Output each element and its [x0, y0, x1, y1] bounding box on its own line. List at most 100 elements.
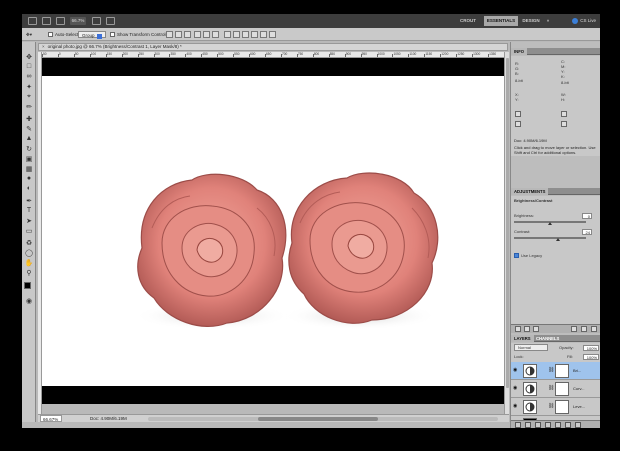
mini-bridge-icon[interactable] [42, 17, 51, 25]
gradient-tool-icon[interactable]: ▦ [24, 164, 34, 173]
align-vertical-center-icon[interactable] [175, 31, 182, 38]
blur-tool-icon[interactable]: ● [24, 174, 34, 183]
dodge-tool-icon[interactable]: ◐ [24, 184, 34, 193]
move-tool-icon[interactable]: ✥ [24, 52, 34, 61]
layer-mask-thumbnail[interactable] [555, 400, 569, 414]
new-adjustment-layer-icon[interactable] [545, 422, 551, 428]
mask-link-icon[interactable]: ⛓ [548, 385, 554, 391]
distribute-top-icon[interactable] [224, 31, 231, 38]
clone-stamp-tool-icon[interactable]: ▲ [24, 134, 34, 143]
delete-layer-icon[interactable] [575, 422, 581, 428]
hand-tool-icon[interactable]: ✋ [24, 258, 34, 267]
contrast-value-field[interactable]: 24 [582, 229, 592, 235]
layer-mask-thumbnail[interactable] [555, 382, 569, 396]
layer-mask-thumbnail[interactable] [555, 364, 569, 378]
layer-row[interactable]: ◉ ⛓ Curv... [511, 380, 600, 398]
add-mask-icon[interactable] [535, 422, 541, 428]
workspace-design[interactable]: DESIGN [520, 16, 542, 26]
horizontal-scrollbar-thumb[interactable] [258, 417, 378, 421]
workspace-essentials[interactable]: ESSENTIALS [484, 16, 518, 26]
tab-channels[interactable]: CHANNELS [533, 335, 562, 342]
type-tool-icon[interactable]: T [24, 206, 34, 215]
3d-orbit-tool-icon[interactable]: ◯ [24, 248, 34, 257]
vertical-scrollbar[interactable] [504, 52, 509, 414]
foreground-color-swatch[interactable] [24, 282, 31, 289]
brightness-value-field[interactable]: 0 [582, 213, 592, 219]
delete-adjustment-icon[interactable] [591, 326, 597, 332]
use-legacy-checkbox[interactable]: Use Legacy [514, 253, 542, 259]
quick-mask-icon[interactable]: ◉ [24, 296, 34, 305]
visibility-toggle-icon[interactable] [581, 326, 587, 332]
cs-live-button[interactable]: CS Live [572, 16, 596, 26]
distribute-bottom-icon[interactable] [242, 31, 249, 38]
document-size-info[interactable]: Doc: 4.90M/6.19M [90, 415, 127, 422]
fill-field[interactable]: 100% [583, 354, 599, 360]
align-top-icon[interactable] [166, 31, 173, 38]
mask-link-icon[interactable]: ⛓ [548, 403, 554, 409]
distribute-left-icon[interactable] [251, 31, 258, 38]
bridge-icon[interactable] [28, 17, 37, 25]
layer-visibility-eye-icon[interactable]: ◉ [513, 404, 518, 409]
align-bottom-icon[interactable] [184, 31, 191, 38]
document-tab[interactable]: × original photo.jpg @ 66.7% (Brightness/… [38, 43, 508, 51]
distribute-horizontal-icon[interactable] [260, 31, 267, 38]
screen-mode-icon[interactable] [106, 17, 115, 25]
ruler-tick-label: 700 [281, 52, 288, 56]
reset-icon[interactable] [571, 326, 577, 332]
close-document-icon[interactable]: × [42, 44, 45, 50]
tab-layers[interactable]: LAYERS [511, 335, 534, 342]
auto-select-target-select[interactable]: Group [78, 31, 106, 39]
expanded-view-icon[interactable] [524, 326, 530, 332]
tab-info[interactable]: INFO [511, 48, 528, 55]
document-canvas[interactable] [42, 58, 504, 404]
contrast-slider[interactable] [514, 237, 586, 239]
layer-style-icon[interactable] [525, 422, 531, 428]
layer-row[interactable]: ◉ ⛓ Leve... [511, 398, 600, 416]
3d-rotate-tool-icon[interactable]: ♻ [24, 238, 34, 247]
auto-select-checkbox[interactable]: Auto-Select: [48, 31, 80, 38]
show-transform-controls-checkbox[interactable]: Show Transform Controls [110, 31, 168, 38]
marquee-tool-icon[interactable]: □ [24, 62, 34, 71]
path-selection-tool-icon[interactable]: ➤ [24, 216, 34, 225]
opacity-field[interactable]: 100% [583, 345, 599, 351]
return-to-list-icon[interactable] [515, 326, 521, 332]
layer-row[interactable]: ◉ ⛓ Bri... [511, 362, 600, 380]
adjustments-panel: Brightness/Contrast Brightness: 0 Contra… [511, 196, 600, 331]
view-extras-icon[interactable] [56, 17, 65, 25]
blend-mode-select[interactable]: Normal [514, 344, 548, 351]
eraser-tool-icon[interactable]: ▣ [24, 154, 34, 163]
brush-tool-icon[interactable]: ✎ [24, 124, 34, 133]
clip-to-layer-icon[interactable] [533, 326, 539, 332]
distribute-center-icon[interactable] [233, 31, 240, 38]
move-tool-preset-icon[interactable]: ✥▾ [26, 31, 32, 38]
align-right-icon[interactable] [212, 31, 219, 38]
zoom-level-select[interactable]: 66.7% [70, 17, 86, 25]
new-group-icon[interactable] [555, 422, 561, 428]
mask-link-icon[interactable]: ⛓ [548, 367, 554, 373]
vertical-scrollbar-thumb[interactable] [506, 58, 509, 388]
eyedropper-tool-icon[interactable]: ✏ [24, 102, 34, 111]
new-layer-icon[interactable] [565, 422, 571, 428]
zoom-tool-icon[interactable]: ⚲ [24, 268, 34, 277]
more-workspaces-button[interactable]: » [544, 16, 552, 26]
lasso-tool-icon[interactable]: ∞ [24, 72, 34, 81]
workspace-crout[interactable]: CROUT [454, 16, 482, 26]
crop-tool-icon[interactable]: ⌖ [24, 92, 34, 101]
distribute-right-icon[interactable] [269, 31, 276, 38]
align-left-icon[interactable] [194, 31, 201, 38]
contrast-slider-knob[interactable] [556, 238, 560, 241]
zoom-field[interactable]: 66.67% [40, 415, 62, 422]
tab-adjustments[interactable]: ADJUSTMENTS [511, 188, 549, 195]
quick-selection-tool-icon[interactable]: ✦ [24, 82, 34, 91]
pen-tool-icon[interactable]: ✒ [24, 196, 34, 205]
align-horizontal-center-icon[interactable] [203, 31, 210, 38]
link-layers-icon[interactable] [515, 422, 521, 428]
layer-visibility-eye-icon[interactable]: ◉ [513, 386, 518, 391]
healing-brush-tool-icon[interactable]: ✚ [24, 114, 34, 123]
shape-tool-icon[interactable]: ▭ [24, 226, 34, 235]
layer-visibility-eye-icon[interactable]: ◉ [513, 368, 518, 373]
horizontal-scrollbar[interactable] [148, 417, 498, 421]
arrange-documents-icon[interactable] [92, 17, 101, 25]
brightness-slider-knob[interactable] [548, 222, 552, 225]
history-brush-tool-icon[interactable]: ↻ [24, 144, 34, 153]
